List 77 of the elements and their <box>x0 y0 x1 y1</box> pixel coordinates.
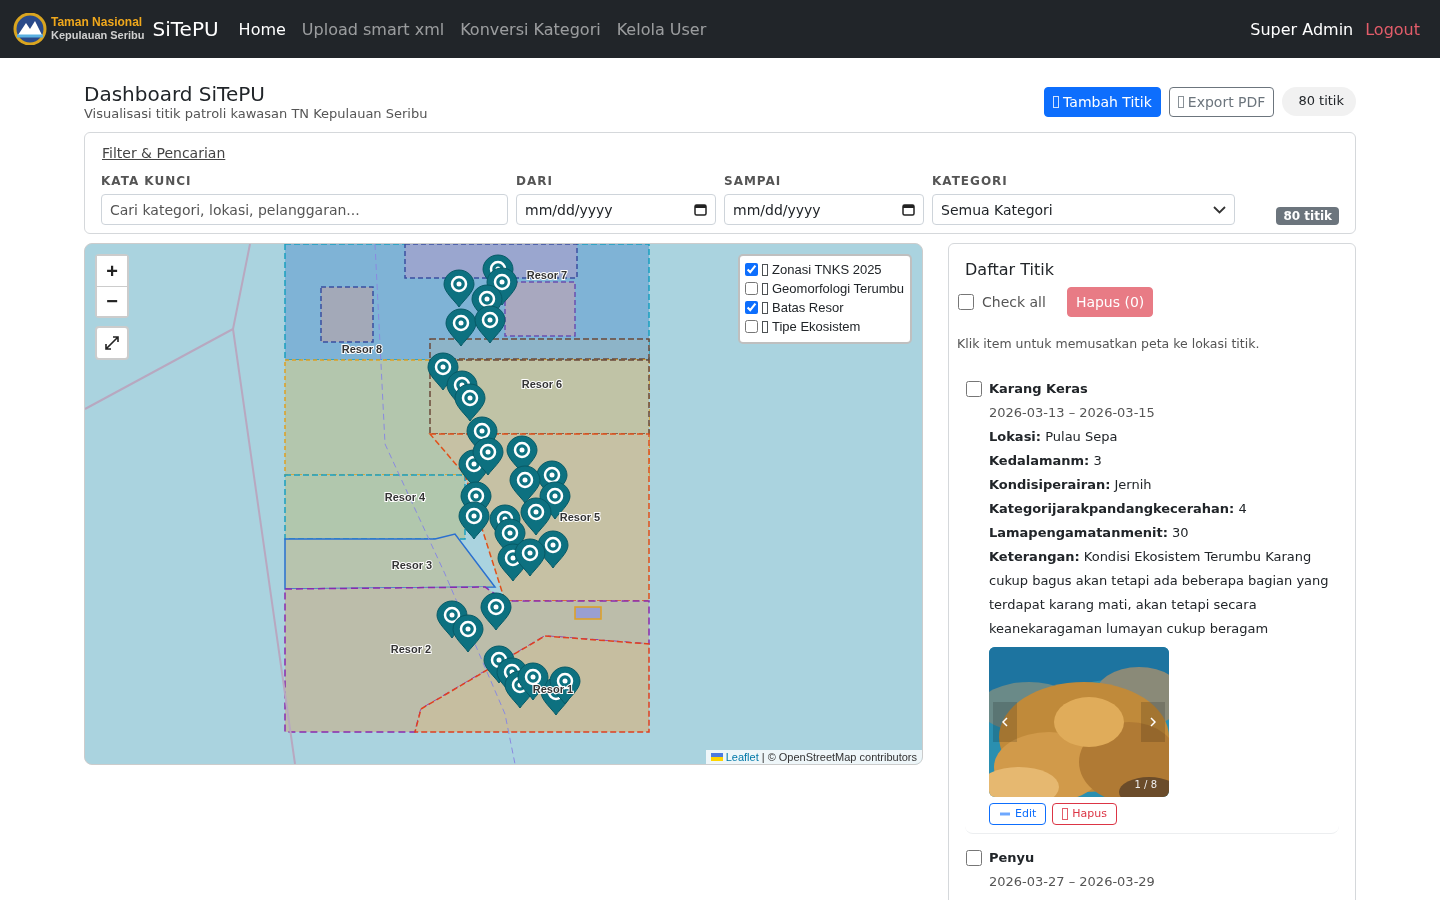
zone-label: Resor 2 <box>390 643 432 655</box>
placeholder-glyph-icon <box>762 320 768 333</box>
layer-checkbox[interactable] <box>745 301 758 314</box>
point-title: Penyu <box>989 849 1036 867</box>
detail-text: Keterangan: Kondisi Ekosistem Terumbu Karang cukup bagus akan tetapi ada beberapa bagian yang terdapat karang mati, akan tetapi secara keanekaragaman lumayan cukup beragam <box>989 548 1330 638</box>
placeholder-glyph-icon <box>762 301 768 314</box>
calendar-icon <box>902 203 915 216</box>
detail-text: Kedalamanm: 3 <box>989 452 1103 470</box>
logo-text: Taman Nasional <box>51 16 144 29</box>
search-field[interactable]: Cari kategori, lokasi, pelanggaran... <box>101 194 508 225</box>
previous-button[interactable] <box>993 702 1017 742</box>
logout-link[interactable]: Logout <box>1361 11 1420 47</box>
add-point-button[interactable]: Tambah Titik <box>1044 86 1161 117</box>
expand-icon <box>104 335 120 351</box>
calendar-icon <box>694 203 707 216</box>
category-select[interactable]: Semua Kategori <box>932 194 1235 225</box>
fullscreen-button[interactable] <box>95 326 129 360</box>
nav-link[interactable]: Konversi Kategori <box>452 11 609 47</box>
nav-link[interactable]: Home <box>230 11 294 47</box>
item-checkbox[interactable] <box>966 850 982 866</box>
layer-label[interactable]: Zonasi TNKS 2025 <box>772 262 882 277</box>
field-label: SAMPAI <box>724 174 783 188</box>
chevron-right-icon <box>1150 717 1156 727</box>
filter-toggle[interactable]: Filter & Pencarian <box>102 145 226 161</box>
count-badge: 80 titik <box>1276 207 1339 225</box>
brand-name[interactable]: SiTePU <box>152 17 219 41</box>
zone-label: Resor 7 <box>526 269 568 281</box>
date-field[interactable]: mm/dd/yyyy <box>516 194 716 225</box>
attribution-text: | © OpenStreetMap contributors <box>761 751 917 763</box>
zone-label: Resor 8 <box>341 343 383 355</box>
field-label: DARI <box>516 174 554 188</box>
edit-button[interactable]: Edit <box>989 803 1047 825</box>
detail-text: Lamapengamatanmenit: 30 <box>989 524 1190 542</box>
count-badge: 80 titik <box>1282 87 1356 116</box>
zone-label: Resor 5 <box>559 511 601 523</box>
date-range: 2026-03-13 – 2026-03-15 <box>989 404 1156 422</box>
zone-label: Resor 4 <box>384 491 426 503</box>
layer-label[interactable]: Geomorfologi Terumbu <box>772 281 904 296</box>
logo-text: Kepulauan Seribu <box>51 29 145 42</box>
placeholder-glyph-icon <box>762 263 768 276</box>
layer-label[interactable]: Tipe Ekosistem <box>772 319 861 334</box>
page-subtitle: Visualisasi titik patroli kawasan TN Kepulauan Seribu <box>84 106 429 121</box>
emblem-icon <box>12 13 48 45</box>
page-title: Dashboard SiTePU <box>84 82 266 106</box>
layer-label[interactable]: Batas Resor <box>772 300 844 315</box>
layer-checkbox[interactable] <box>745 282 758 295</box>
export-pdf-button[interactable]: Export PDF <box>1168 86 1275 117</box>
date-range: 2026-03-27 – 2026-03-29 <box>989 873 1156 891</box>
field-label: KATA KUNCI <box>101 174 193 188</box>
leaflet-link[interactable]: Leaflet <box>710 751 759 763</box>
check-all-checkbox[interactable] <box>958 294 974 310</box>
zoom-out-button[interactable]: − <box>97 286 127 316</box>
photo-counter: 1 / 8 <box>1134 779 1157 791</box>
placeholder-glyph-icon <box>762 282 768 295</box>
item-checkbox[interactable] <box>966 381 982 397</box>
nav-link[interactable]: Kelola User <box>608 11 715 47</box>
flag-icon <box>710 753 723 761</box>
chevron-left-icon <box>1002 717 1008 727</box>
layer-checkbox[interactable] <box>745 320 758 333</box>
panel-title: Daftar Titik <box>965 260 1055 279</box>
detail-text: Lokasi: Pulau Sepa <box>989 428 1119 446</box>
layer-checkbox[interactable] <box>745 263 758 276</box>
detail-text: Kategorijarakpandangkecerahan: 4 <box>989 500 1248 518</box>
user-name: Super Admin <box>1249 18 1355 41</box>
delete-button[interactable]: Hapus <box>1052 803 1117 825</box>
date-field[interactable]: mm/dd/yyyy <box>724 194 924 225</box>
nav-link[interactable]: Upload smart xml <box>293 11 453 47</box>
chevron-down-icon <box>1213 205 1226 214</box>
point-card[interactable]: Penyu 2026-03-27 – 2026-03-29 <box>965 846 1339 900</box>
check-all-label[interactable]: Check all <box>982 294 1046 310</box>
hint-text: Klik item untuk memusatkan peta ke lokasi titik. <box>957 336 1261 351</box>
field-label: KATEGORI <box>932 174 1009 188</box>
next-button[interactable] <box>1141 702 1165 742</box>
detail-text: Kondisiperairan: Jernih <box>989 476 1153 494</box>
zone-label: Resor 6 <box>521 378 563 390</box>
zone-label: Resor 3 <box>391 559 433 571</box>
point-title: Karang Keras <box>989 380 1089 398</box>
